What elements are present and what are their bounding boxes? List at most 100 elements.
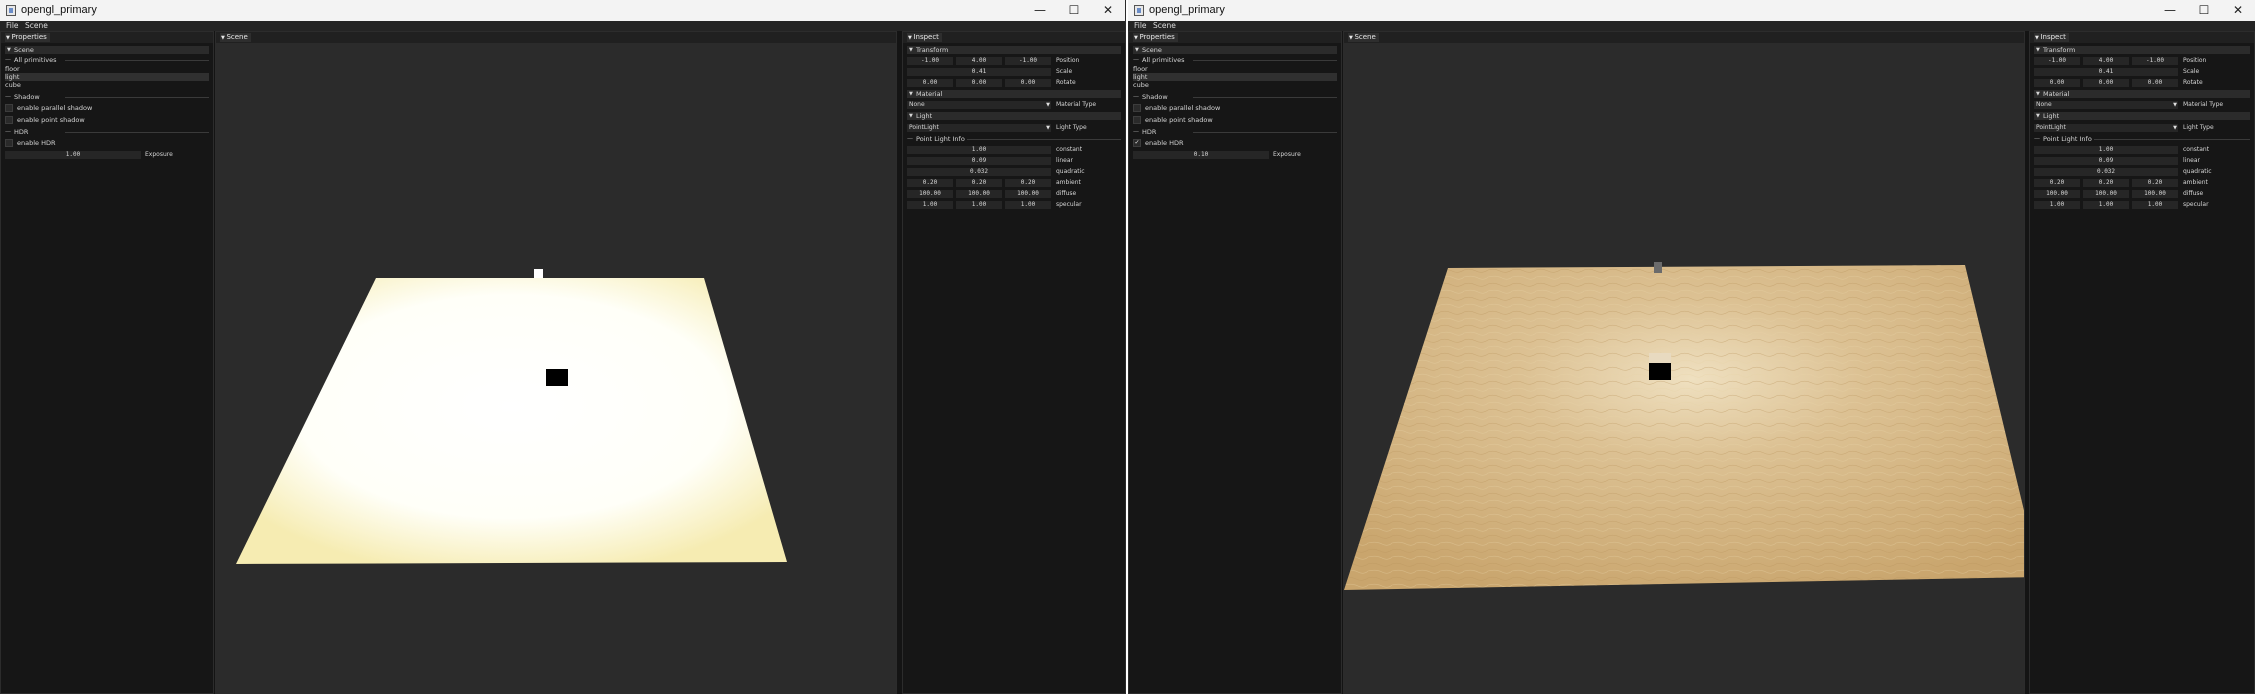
- ambient-r-field[interactable]: 0.20: [907, 179, 953, 187]
- ambient-g-field[interactable]: 0.20: [956, 179, 1002, 187]
- primitive-item-light[interactable]: light: [1133, 73, 1337, 81]
- parallel-shadow-checkbox[interactable]: [5, 104, 13, 112]
- position-row: -1.00 4.00 -1.00 Position: [907, 57, 1121, 65]
- primitive-item-floor[interactable]: floor: [5, 65, 209, 73]
- light-header[interactable]: Light: [907, 112, 1121, 120]
- point-shadow-row[interactable]: enable point shadow: [1133, 116, 1337, 124]
- specular-r-field[interactable]: 1.00: [2034, 201, 2080, 209]
- constant-field[interactable]: 1.00: [907, 146, 1051, 154]
- enable-hdr-row[interactable]: enable HDR: [5, 139, 209, 147]
- primitive-item-floor[interactable]: floor: [1133, 65, 1337, 73]
- diffuse-r-field[interactable]: 100.00: [2034, 190, 2080, 198]
- title-bar[interactable]: opengl_primary — ☐ ✕: [0, 0, 1125, 21]
- scene-header[interactable]: Scene: [5, 46, 209, 54]
- enable-hdr-checkbox[interactable]: ✓: [1133, 139, 1141, 147]
- scene-tab[interactable]: Scene: [220, 33, 251, 42]
- ambient-g-field[interactable]: 0.20: [2083, 179, 2129, 187]
- scene-tab[interactable]: Scene: [1348, 33, 1379, 42]
- rotate-z-field[interactable]: 0.00: [1005, 79, 1051, 87]
- transform-header[interactable]: Transform: [907, 46, 1121, 54]
- scene-header[interactable]: Scene: [1133, 46, 1337, 54]
- position-z-field[interactable]: -1.00: [2132, 57, 2178, 65]
- rotate-x-field[interactable]: 0.00: [2034, 79, 2080, 87]
- rotate-y-field[interactable]: 0.00: [2083, 79, 2129, 87]
- diffuse-g-field[interactable]: 100.00: [956, 190, 1002, 198]
- menu-file[interactable]: File: [1134, 21, 1147, 31]
- position-z-field[interactable]: -1.00: [1005, 57, 1051, 65]
- title-bar[interactable]: opengl_primary — ☐ ✕: [1128, 0, 2255, 21]
- light-type-row: PointLight ▼ Light Type: [2034, 124, 2250, 132]
- point-shadow-checkbox[interactable]: [5, 116, 13, 124]
- material-header[interactable]: Material: [907, 90, 1121, 98]
- diffuse-g-field[interactable]: 100.00: [2083, 190, 2129, 198]
- material-type-select[interactable]: None ▼: [2034, 101, 2178, 109]
- menu-scene[interactable]: Scene: [25, 21, 48, 31]
- specular-g-field[interactable]: 1.00: [956, 201, 1002, 209]
- point-shadow-checkbox[interactable]: [1133, 116, 1141, 124]
- minimize-icon[interactable]: —: [1023, 0, 1057, 21]
- properties-tab[interactable]: Properties: [1133, 33, 1178, 42]
- rotate-z-field[interactable]: 0.00: [2132, 79, 2178, 87]
- ambient-label: ambient: [2183, 179, 2208, 186]
- constant-field[interactable]: 1.00: [2034, 146, 2178, 154]
- primitive-item-cube[interactable]: cube: [5, 81, 209, 89]
- inspect-tab[interactable]: Inspect: [2034, 33, 2069, 42]
- scene-viewport[interactable]: [216, 43, 896, 693]
- primitive-item-cube[interactable]: cube: [1133, 81, 1337, 89]
- properties-tab[interactable]: Properties: [5, 33, 50, 42]
- ambient-b-field[interactable]: 0.20: [1005, 179, 1051, 187]
- close-icon[interactable]: ✕: [1091, 0, 1125, 21]
- parallel-shadow-checkbox[interactable]: [1133, 104, 1141, 112]
- diffuse-b-field[interactable]: 100.00: [2132, 190, 2178, 198]
- chevron-down-icon: ▼: [2173, 102, 2177, 108]
- diffuse-r-field[interactable]: 100.00: [907, 190, 953, 198]
- quadratic-row: 0.032 quadratic: [907, 168, 1121, 176]
- rotate-x-field[interactable]: 0.00: [907, 79, 953, 87]
- menu-scene[interactable]: Scene: [1153, 21, 1176, 31]
- rotate-y-field[interactable]: 0.00: [956, 79, 1002, 87]
- specular-b-field[interactable]: 1.00: [1005, 201, 1051, 209]
- ambient-b-field[interactable]: 0.20: [2132, 179, 2178, 187]
- primitive-item-light[interactable]: light: [5, 73, 209, 81]
- ambient-r-field[interactable]: 0.20: [2034, 179, 2080, 187]
- cube-object-top: [1649, 353, 1671, 363]
- close-icon[interactable]: ✕: [2221, 0, 2255, 21]
- transform-header[interactable]: Transform: [2034, 46, 2250, 54]
- scale-field[interactable]: 0.41: [907, 68, 1051, 76]
- diffuse-b-field[interactable]: 100.00: [1005, 190, 1051, 198]
- menu-file[interactable]: File: [6, 21, 19, 31]
- linear-field[interactable]: 0.09: [2034, 157, 2178, 165]
- scene-viewport[interactable]: [1344, 43, 2024, 693]
- specular-r-field[interactable]: 1.00: [907, 201, 953, 209]
- exposure-slider[interactable]: 1.00: [5, 151, 141, 159]
- position-y-field[interactable]: 4.00: [2083, 57, 2129, 65]
- quadratic-row: 0.032 quadratic: [2034, 168, 2250, 176]
- rotate-row: 0.00 0.00 0.00 Rotate: [907, 79, 1121, 87]
- position-x-field[interactable]: -1.00: [907, 57, 953, 65]
- position-y-field[interactable]: 4.00: [956, 57, 1002, 65]
- material-header[interactable]: Material: [2034, 90, 2250, 98]
- specular-b-field[interactable]: 1.00: [2132, 201, 2178, 209]
- panel-header: Scene: [1344, 32, 2024, 43]
- quadratic-field[interactable]: 0.032: [907, 168, 1051, 176]
- linear-field[interactable]: 0.09: [907, 157, 1051, 165]
- maximize-icon[interactable]: ☐: [2187, 0, 2221, 21]
- light-header[interactable]: Light: [2034, 112, 2250, 120]
- specular-g-field[interactable]: 1.00: [2083, 201, 2129, 209]
- material-type-select[interactable]: None ▼: [907, 101, 1051, 109]
- inspect-tab[interactable]: Inspect: [907, 33, 942, 42]
- enable-hdr-checkbox[interactable]: [5, 139, 13, 147]
- light-type-select[interactable]: PointLight ▼: [2034, 124, 2178, 132]
- exposure-slider[interactable]: 0.10: [1133, 151, 1269, 159]
- point-shadow-row[interactable]: enable point shadow: [5, 116, 209, 124]
- minimize-icon[interactable]: —: [2153, 0, 2187, 21]
- maximize-icon[interactable]: ☐: [1057, 0, 1091, 21]
- scale-field[interactable]: 0.41: [2034, 68, 2178, 76]
- light-type-select[interactable]: PointLight ▼: [907, 124, 1051, 132]
- parallel-shadow-row[interactable]: enable parallel shadow: [5, 104, 209, 112]
- quadratic-field[interactable]: 0.032: [2034, 168, 2178, 176]
- linear-row: 0.09 linear: [907, 157, 1121, 165]
- enable-hdr-row[interactable]: ✓ enable HDR: [1133, 139, 1337, 147]
- position-x-field[interactable]: -1.00: [2034, 57, 2080, 65]
- parallel-shadow-row[interactable]: enable parallel shadow: [1133, 104, 1337, 112]
